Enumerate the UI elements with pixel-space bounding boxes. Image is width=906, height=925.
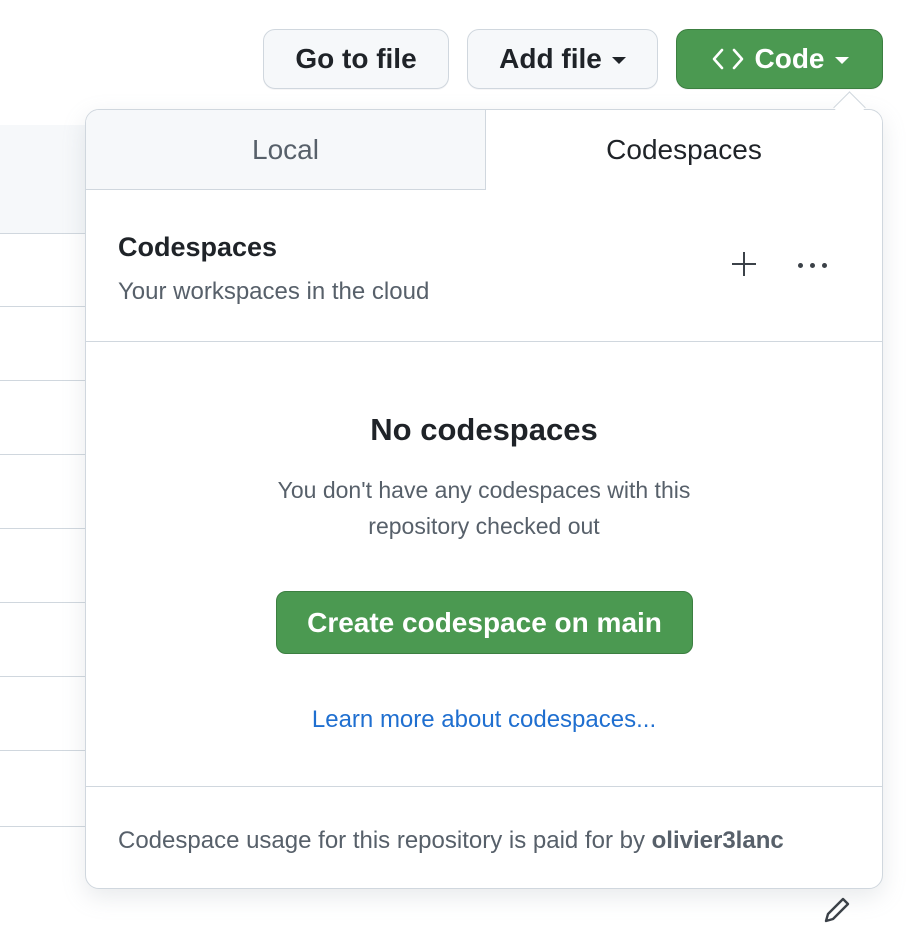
billing-user: olivier3lanc bbox=[651, 827, 784, 854]
empty-state-title: No codespaces bbox=[370, 412, 598, 447]
add-file-button[interactable]: Add file bbox=[467, 29, 658, 89]
billing-text: Codespace usage for this repository is p… bbox=[118, 827, 784, 855]
popover-tabs: Local Codespaces bbox=[86, 110, 882, 190]
dot bbox=[822, 262, 827, 268]
billing-footer: Codespace usage for this repository is p… bbox=[86, 786, 882, 888]
caret-down-icon bbox=[834, 56, 849, 64]
dot bbox=[810, 262, 815, 268]
codespaces-header: Codespaces Your workspaces in the cloud bbox=[86, 190, 882, 342]
tab-local[interactable]: Local bbox=[86, 110, 486, 190]
plus-icon[interactable] bbox=[732, 252, 756, 276]
go-to-file-button[interactable]: Go to file bbox=[263, 29, 449, 89]
dot bbox=[798, 262, 803, 268]
pencil-icon[interactable] bbox=[822, 895, 852, 925]
code-popover: Local Codespaces Codespaces Your workspa… bbox=[85, 109, 883, 889]
codespaces-subtitle: Your workspaces in the cloud bbox=[118, 278, 430, 305]
code-label: Code bbox=[754, 43, 825, 74]
learn-more-link[interactable]: Learn more about codespaces... bbox=[86, 706, 882, 734]
code-button[interactable]: Code bbox=[676, 29, 883, 89]
go-to-file-label: Go to file bbox=[295, 43, 417, 74]
codespaces-title: Codespaces bbox=[118, 232, 278, 262]
create-codespace-button[interactable]: Create codespace on main bbox=[276, 591, 693, 654]
tab-codespaces[interactable]: Codespaces bbox=[486, 110, 882, 190]
billing-text-prefix: Codespace usage for this repository is p… bbox=[118, 827, 645, 854]
create-codespace-label: Create codespace on main bbox=[307, 606, 662, 638]
kebab-horizontal-icon[interactable] bbox=[798, 253, 838, 277]
add-file-label: Add file bbox=[499, 43, 602, 74]
tab-local-label: Local bbox=[252, 133, 319, 165]
tab-codespaces-label: Codespaces bbox=[606, 134, 762, 165]
empty-state-description: You don't have any codespaces with this … bbox=[277, 477, 691, 539]
caret-down-icon bbox=[611, 56, 626, 64]
code-icon bbox=[712, 48, 743, 70]
